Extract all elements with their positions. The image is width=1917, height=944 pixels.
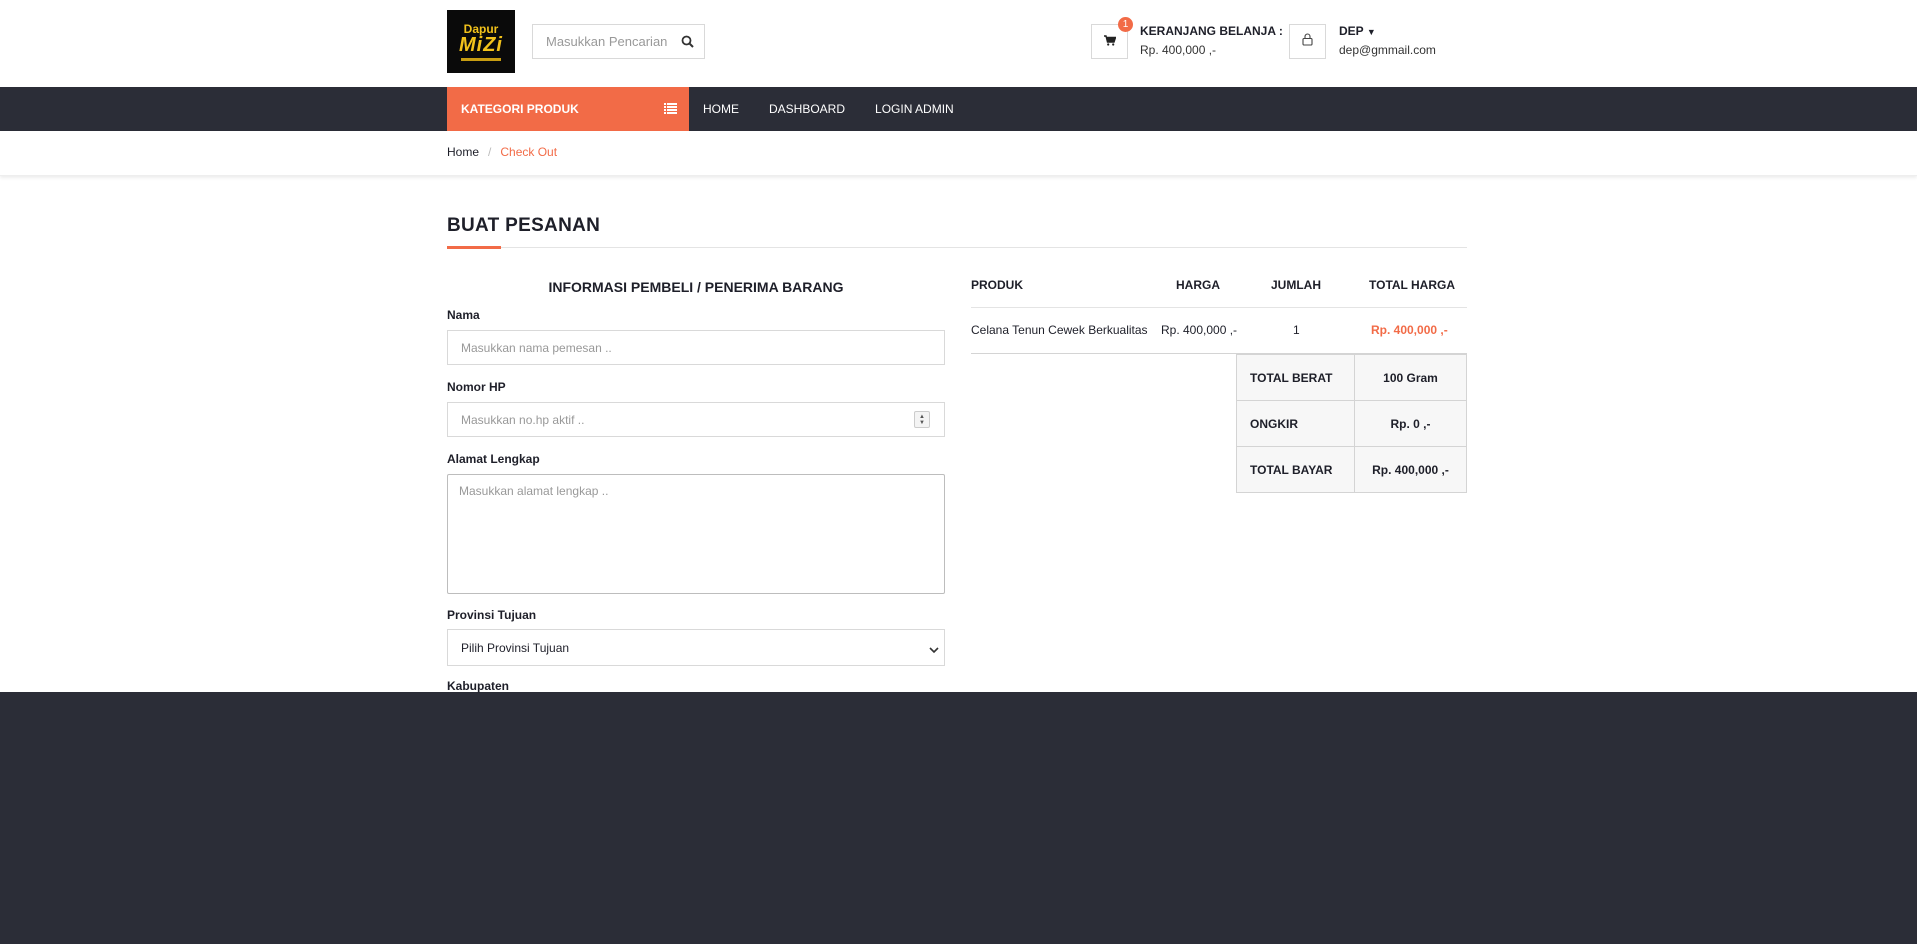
hp-stepper[interactable]: ▲ ▼ (914, 411, 930, 428)
search-input[interactable] (533, 25, 671, 58)
user-dropdown[interactable]: DEP ▼ (1339, 24, 1436, 38)
cart-amount: Rp. 400,000 ,- (1140, 43, 1217, 57)
category-label: KATEGORI PRODUK (461, 102, 579, 116)
cart-summary: KERANJANG BELANJA : Rp. 400,000 ,- (1140, 24, 1283, 57)
summary-row-ongkir: ONGKIR Rp. 0 ,- (1236, 400, 1467, 447)
cart-icon (1103, 33, 1116, 51)
alamat-label: Alamat Lengkap (447, 452, 540, 466)
breadcrumb-home[interactable]: Home (447, 145, 479, 159)
title-accent (447, 246, 501, 249)
logo-line2: MiZi (459, 33, 503, 56)
kabupaten-label: Kabupaten (447, 679, 510, 693)
table-row: Celana Tenun Cewek Berkualitas Rp. 400,0… (971, 308, 1467, 354)
hp-label: Nomor HP (447, 380, 506, 394)
berat-label: TOTAL BERAT (1236, 354, 1355, 401)
ongkir-value: Rp. 0 ,- (1354, 400, 1467, 447)
row-total: Rp. 400,000 ,- (1371, 323, 1448, 337)
hp-input[interactable] (447, 402, 945, 437)
breadcrumb-current: Check Out (500, 145, 558, 159)
nav-dashboard[interactable]: DASHBOARD (769, 102, 845, 116)
ongkir-label: ONGKIR (1236, 400, 1355, 447)
user-name: DEP (1339, 24, 1364, 38)
bayar-label: TOTAL BAYAR (1236, 446, 1355, 493)
th-total: TOTAL HARGA (1369, 278, 1455, 292)
summary-row-berat: TOTAL BERAT 100 Gram (1236, 354, 1467, 401)
th-produk: PRODUK (971, 278, 1024, 292)
stepper-down-icon: ▼ (919, 419, 925, 426)
breadcrumb-separator: / (488, 145, 492, 159)
cart-label: KERANJANG BELANJA : (1140, 24, 1283, 38)
user-email: dep@gmmail.com (1339, 43, 1436, 57)
nama-input[interactable] (447, 330, 945, 365)
search-box (532, 24, 705, 59)
row-produk: Celana Tenun Cewek Berkualitas (971, 323, 1148, 337)
header: Dapur MiZi 1 KERANJANG BELANJA : Rp. 400… (0, 0, 1917, 87)
provinsi-selected: Pilih Provinsi Tujuan (461, 640, 570, 655)
search-icon[interactable] (671, 25, 704, 58)
provinsi-select[interactable]: Pilih Provinsi Tujuan (447, 629, 945, 666)
row-harga: Rp. 400,000 ,- (1161, 323, 1238, 337)
nav-links: HOME DASHBOARD LOGIN ADMIN (703, 87, 984, 131)
berat-value: 100 Gram (1354, 354, 1467, 401)
user-info: DEP ▼ dep@gmmail.com (1339, 24, 1436, 57)
chevron-down-icon (929, 643, 939, 657)
table-header: PRODUK HARGA JUMLAH TOTAL HARGA (971, 268, 1467, 308)
provinsi-label: Provinsi Tujuan (447, 608, 537, 622)
user-button[interactable] (1289, 24, 1326, 59)
logo[interactable]: Dapur MiZi (447, 10, 515, 73)
order-summary: TOTAL BERAT 100 Gram ONGKIR Rp. 0 ,- TOT… (1236, 354, 1467, 493)
nama-label: Nama (447, 308, 480, 322)
bayar-value: Rp. 400,000 ,- (1354, 446, 1467, 493)
logo-underline (461, 57, 501, 61)
list-icon (664, 103, 677, 117)
alamat-textarea[interactable] (447, 474, 945, 594)
user-icon (1302, 32, 1313, 51)
logo-line1: Dapur (463, 21, 499, 36)
title-divider (447, 247, 1467, 248)
nav-home[interactable]: HOME (703, 102, 739, 116)
form-heading: INFORMASI PEMBELI / PENERIMA BARANG (548, 279, 844, 295)
nav-login-admin[interactable]: LOGIN ADMIN (875, 102, 954, 116)
breadcrumb: Home / Check Out (447, 145, 557, 159)
breadcrumb-bar: Home / Check Out (0, 131, 1917, 176)
main-nav: KATEGORI PRODUK HOME DASHBOARD LOGIN ADM… (0, 87, 1917, 131)
summary-row-bayar: TOTAL BAYAR Rp. 400,000 ,- (1236, 446, 1467, 493)
th-harga: HARGA (1176, 278, 1220, 292)
category-menu-button[interactable]: KATEGORI PRODUK (447, 87, 689, 131)
cart-count-badge: 1 (1118, 17, 1133, 32)
row-jumlah: 1 (1293, 323, 1300, 337)
page-title: BUAT PESANAN (447, 215, 601, 236)
caret-down-icon: ▼ (1366, 27, 1376, 37)
th-jumlah: JUMLAH (1271, 278, 1321, 292)
